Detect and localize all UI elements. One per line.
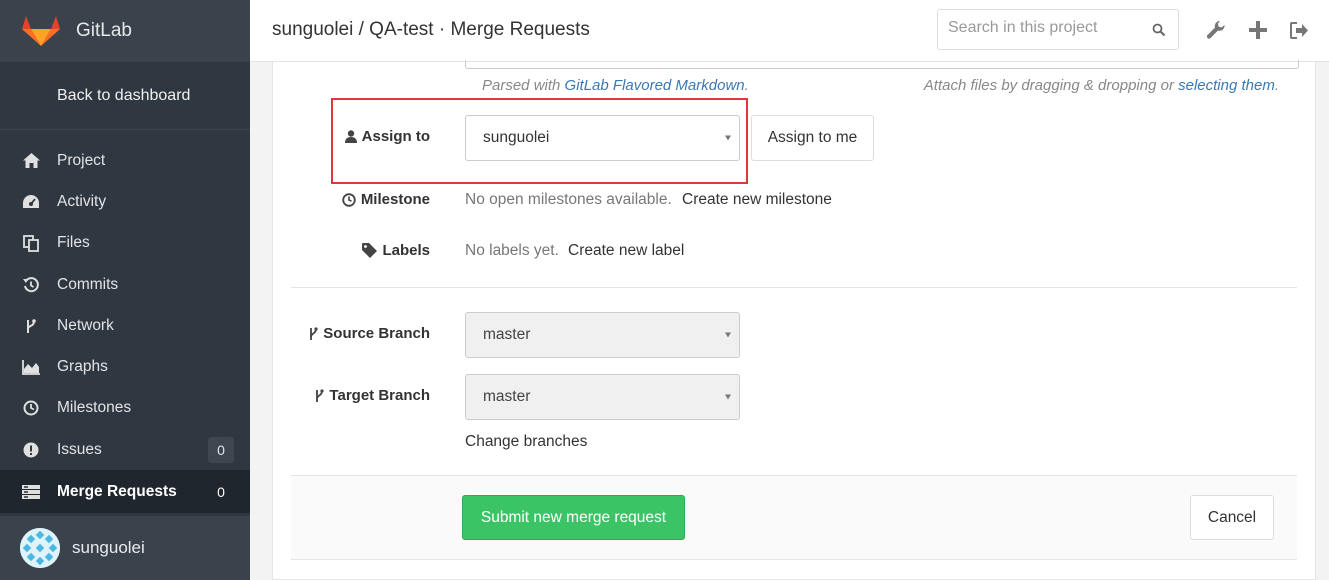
tasks-icon xyxy=(22,483,40,501)
sidebar-item-label: Network xyxy=(57,316,114,334)
field-label-text: Labels xyxy=(382,242,430,259)
cancel-button[interactable]: Cancel xyxy=(1190,495,1274,540)
merge-request-form: Parsed with GitLab Flavored Markdown. At… xyxy=(272,60,1316,580)
sign-out-icon[interactable] xyxy=(1289,20,1309,40)
submit-merge-request-button[interactable]: Submit new merge request xyxy=(462,495,685,540)
avatar xyxy=(20,528,60,568)
plus-icon[interactable] xyxy=(1248,20,1268,40)
sidebar-item-merge-requests[interactable]: Merge Requests 0 xyxy=(0,470,250,514)
field-label-text: Target Branch xyxy=(329,387,430,404)
sidebar-item-commits[interactable]: Commits xyxy=(0,264,250,305)
assignee-selected-value: sunguolei xyxy=(483,129,550,146)
caret-down-icon xyxy=(725,135,731,141)
branch-icon xyxy=(316,388,325,402)
no-milestones-text: No open milestones available. xyxy=(465,191,672,208)
create-milestone-link[interactable]: Create new milestone xyxy=(682,191,832,209)
field-label-text: Source Branch xyxy=(323,325,430,342)
brand[interactable]: GitLab xyxy=(0,0,250,62)
caret-down-icon xyxy=(725,332,731,338)
source-branch-value: master xyxy=(483,326,531,343)
sidebar-item-label: Files xyxy=(57,234,90,252)
form-actions: Submit new merge request Cancel xyxy=(291,475,1297,560)
change-branches-link[interactable]: Change branches xyxy=(465,433,587,451)
source-branch-select[interactable]: master xyxy=(465,312,740,358)
target-branch-select[interactable]: master xyxy=(465,374,740,420)
attach-hint: Attach files by dragging & dropping or s… xyxy=(924,77,1279,94)
top-header: sunguolei / QA-test · Merge Requests xyxy=(250,0,1329,62)
labels-label: Labels xyxy=(362,242,430,259)
hint-text: . xyxy=(744,77,749,94)
sidebar-item-project[interactable]: Project xyxy=(0,140,250,181)
sidebar-item-graphs[interactable]: Graphs xyxy=(0,346,250,387)
milestone-label: Milestone xyxy=(342,191,430,208)
select-files-link[interactable]: selecting them xyxy=(1178,77,1275,94)
assign-to-me-button[interactable]: Assign to me xyxy=(751,115,874,161)
caret-down-icon xyxy=(725,394,731,400)
branch-icon xyxy=(310,326,318,340)
issues-count-badge: 0 xyxy=(208,436,234,463)
history-icon xyxy=(22,276,40,294)
back-to-dashboard-link[interactable]: Back to dashboard xyxy=(0,62,250,130)
clock-icon xyxy=(22,399,40,417)
merge-requests-count-badge: 0 xyxy=(217,483,225,500)
user-profile[interactable]: sunguolei xyxy=(0,516,250,580)
hint-text: Parsed with xyxy=(482,77,565,94)
page-title: sunguolei / QA-test · Merge Requests xyxy=(272,19,590,40)
tag-icon xyxy=(362,243,378,258)
sidebar-nav: Project Activity Files Commits Network G… xyxy=(0,130,250,514)
search-box[interactable] xyxy=(937,9,1179,50)
target-branch-label: Target Branch xyxy=(315,387,430,404)
hint-text: Attach files by dragging & dropping or xyxy=(923,77,1179,94)
sidebar-item-label: Commits xyxy=(57,275,119,293)
markdown-help-link[interactable]: GitLab Flavored Markdown xyxy=(565,77,745,94)
sidebar-item-issues[interactable]: Issues 0 xyxy=(0,429,250,470)
no-labels-text: No labels yet. xyxy=(465,242,559,259)
search-input[interactable] xyxy=(948,19,1138,37)
dashboard-icon xyxy=(22,193,40,211)
brand-name: GitLab xyxy=(76,20,132,41)
clock-icon xyxy=(342,192,356,207)
area-chart-icon xyxy=(22,358,40,376)
search-icon xyxy=(1152,23,1166,37)
sidebar-item-label: Graphs xyxy=(57,358,108,376)
field-label-text: Milestone xyxy=(360,191,430,208)
files-icon xyxy=(22,234,40,252)
home-icon xyxy=(22,152,40,170)
sidebar-item-label: Activity xyxy=(57,192,107,210)
sidebar-item-files[interactable]: Files xyxy=(0,223,250,264)
field-label-text: Assign to xyxy=(361,128,430,145)
markdown-hint: Parsed with GitLab Flavored Markdown. xyxy=(482,77,749,94)
assignee-select[interactable]: sunguolei xyxy=(465,115,740,161)
sidebar: GitLab Back to dashboard Project Activit… xyxy=(0,0,250,580)
user-icon xyxy=(344,130,357,143)
create-label-link[interactable]: Create new label xyxy=(568,242,684,260)
target-branch-value: master xyxy=(483,388,531,405)
divider xyxy=(291,287,1297,288)
branch-icon xyxy=(22,317,40,335)
gitlab-logo-icon xyxy=(22,16,60,46)
assign-to-label: Assign to xyxy=(344,128,430,145)
source-branch-label: Source Branch xyxy=(309,325,430,342)
sidebar-item-label: Issues xyxy=(57,440,102,458)
exclamation-circle-icon xyxy=(22,441,40,459)
sidebar-item-activity[interactable]: Activity xyxy=(0,181,250,222)
description-textarea[interactable] xyxy=(465,60,1299,69)
sidebar-item-label: Project xyxy=(57,151,106,169)
wrench-icon[interactable] xyxy=(1206,20,1226,40)
hint-text: . xyxy=(1274,77,1279,94)
sidebar-item-milestones[interactable]: Milestones xyxy=(0,388,250,429)
sidebar-item-label: Milestones xyxy=(57,399,132,417)
sidebar-item-network[interactable]: Network xyxy=(0,305,250,346)
user-name: sunguolei xyxy=(72,538,145,557)
